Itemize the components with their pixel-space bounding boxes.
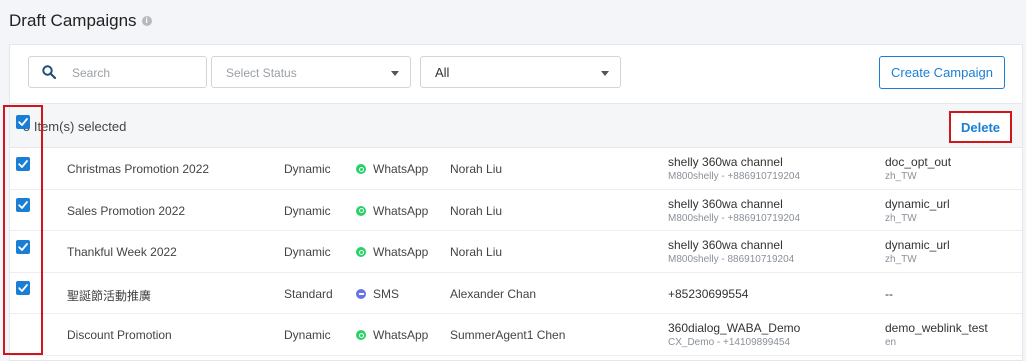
campaign-channel: WhatsApp <box>356 162 428 176</box>
template: doc_opt_out zh_TW <box>885 155 951 182</box>
row-checkbox[interactable] <box>16 115 30 129</box>
row-checkbox[interactable] <box>16 156 30 171</box>
channel-label: WhatsApp <box>373 328 429 342</box>
table-row[interactable]: Sales Promotion 2022 Dynamic WhatsApp Norah… <box>10 189 1022 231</box>
campaign-type: Dynamic <box>284 245 331 259</box>
campaign-owner: SummerAgent1 Chen <box>450 328 566 342</box>
campaign-channel: WhatsApp <box>356 245 428 259</box>
template: dynamic_url zh_TW <box>885 197 950 224</box>
search-box[interactable] <box>28 56 207 88</box>
selection-bar: 5 Item(s) selected Delete <box>10 103 1022 148</box>
sender: shelly 360wa channel M800shelly - +886910… <box>668 155 800 182</box>
whatsapp-icon <box>356 164 366 174</box>
table-row[interactable]: Discount Promotion Dynamic WhatsApp SummerA… <box>10 314 1022 356</box>
campaign-name[interactable]: Thankful Week 2022 <box>67 245 177 259</box>
sender: shelly 360wa channel M800shelly - +886910… <box>668 197 800 224</box>
whatsapp-icon <box>356 205 366 216</box>
template-sub: zh_TW <box>885 171 917 182</box>
template: -- <box>885 287 893 301</box>
chevron-down-icon <box>601 71 609 76</box>
campaign-channel: SMS <box>356 287 399 301</box>
channel-label: WhatsApp <box>373 203 429 218</box>
chevron-down-icon <box>391 71 399 76</box>
campaign-name[interactable]: Sales Promotion 2022 <box>67 204 185 218</box>
template-main: demo_weblink_test <box>885 321 988 335</box>
sender-sub: M800shelly - +886910719204 <box>668 212 801 224</box>
sender: shelly 360wa channel M800shelly - 8869107… <box>668 238 794 265</box>
template-main: dynamic_url <box>885 238 950 252</box>
checkmark-icon <box>18 284 28 292</box>
campaign-owner: Alexander Chan <box>450 286 537 301</box>
checkmark-icon <box>18 201 28 209</box>
campaign-owner: Norah Liu <box>450 203 503 218</box>
row-checkbox[interactable] <box>16 198 30 212</box>
sender-sub: M800shelly - +886910719204 <box>668 171 801 182</box>
sender-main: 360dialog_WABA_Demo <box>668 321 801 335</box>
template-main: doc_opt_out <box>885 155 952 169</box>
table-row[interactable]: Christmas Promotion 2022 Dynamic WhatsApp N… <box>10 148 1022 190</box>
page-title-text: Draft Campaigns <box>9 11 137 30</box>
campaign-type: Dynamic <box>284 328 331 342</box>
page-title: Draft Campaigns i <box>9 11 152 31</box>
template: demo_weblink_testen <box>885 321 988 348</box>
channel-label: WhatsApp <box>373 245 429 259</box>
whatsapp-icon <box>356 330 366 340</box>
campaign-name[interactable]: Christmas Promotion 2022 <box>67 162 209 176</box>
campaign-type: Standard <box>284 286 333 301</box>
filter-select-value: All <box>435 65 450 80</box>
whatsapp-icon <box>356 247 366 257</box>
info-icon[interactable]: i <box>141 16 152 26</box>
campaign-channel: WhatsApp <box>356 204 428 218</box>
channel-label: WhatsApp <box>373 162 429 176</box>
search-input[interactable] <box>72 62 200 84</box>
row-checkbox[interactable] <box>16 239 30 254</box>
template-main: -- <box>885 286 893 301</box>
campaign-type: Dynamic <box>284 162 331 176</box>
template-sub: zh_TW <box>885 254 917 265</box>
sender-main: +85230699554 <box>668 286 749 301</box>
sender-main: shelly 360wa channel <box>668 238 783 252</box>
table-row[interactable]: Thankful Week 2022 Dynamic WhatsApp Norah L… <box>10 231 1022 273</box>
checkmark-icon <box>18 159 28 168</box>
campaign-channel: WhatsApp <box>356 328 428 342</box>
sender-main: shelly 360wa channel <box>668 196 783 211</box>
campaign-type: Dynamic <box>284 203 331 218</box>
filter-select[interactable]: All <box>420 56 621 88</box>
channel-label: SMS <box>373 286 400 301</box>
checkmark-icon <box>18 118 28 126</box>
template-sub: en <box>885 337 897 348</box>
sms-icon <box>356 288 366 299</box>
create-campaign-button[interactable]: Create Campaign <box>879 56 1005 89</box>
search-icon <box>42 65 56 79</box>
table-row[interactable]: 聖誕節活動推廣 Standard SMS Alexander Chan +8523069… <box>10 272 1022 314</box>
sender-sub: CX_Demo - +14109899454 <box>668 337 791 348</box>
sender-sub: M800shelly - 886910719204 <box>668 254 795 265</box>
sender: 360dialog_WABA_Demo CX_Demo - +1410989945… <box>668 321 800 348</box>
template-sub: zh_TW <box>885 212 917 224</box>
delete-button[interactable]: Delete <box>949 111 1012 143</box>
campaign-name[interactable]: 聖誕節活動推廣 <box>67 287 151 304</box>
campaign-list: Christmas Promotion 2022 Dynamic WhatsApp N… <box>10 148 1022 356</box>
checkmark-icon <box>18 242 28 251</box>
checkbox-column-highlight <box>3 105 43 355</box>
campaign-owner: Norah Liu <box>450 245 503 259</box>
campaign-owner: Norah Liu <box>450 162 503 176</box>
template: dynamic_url zh_TW <box>885 238 950 265</box>
template-main: dynamic_url <box>885 196 950 211</box>
campaign-name[interactable]: Discount Promotion <box>67 328 172 342</box>
status-select-placeholder: Select Status <box>226 66 297 80</box>
campaign-card: Select Status All Create Campaign 5 Item… <box>9 44 1023 361</box>
sender: +85230699554 <box>668 287 748 301</box>
status-select[interactable]: Select Status <box>211 56 411 88</box>
row-checkbox[interactable] <box>16 281 30 295</box>
filter-toolbar: Select Status All Create Campaign <box>10 45 1022 103</box>
sender-main: shelly 360wa channel <box>668 155 783 169</box>
